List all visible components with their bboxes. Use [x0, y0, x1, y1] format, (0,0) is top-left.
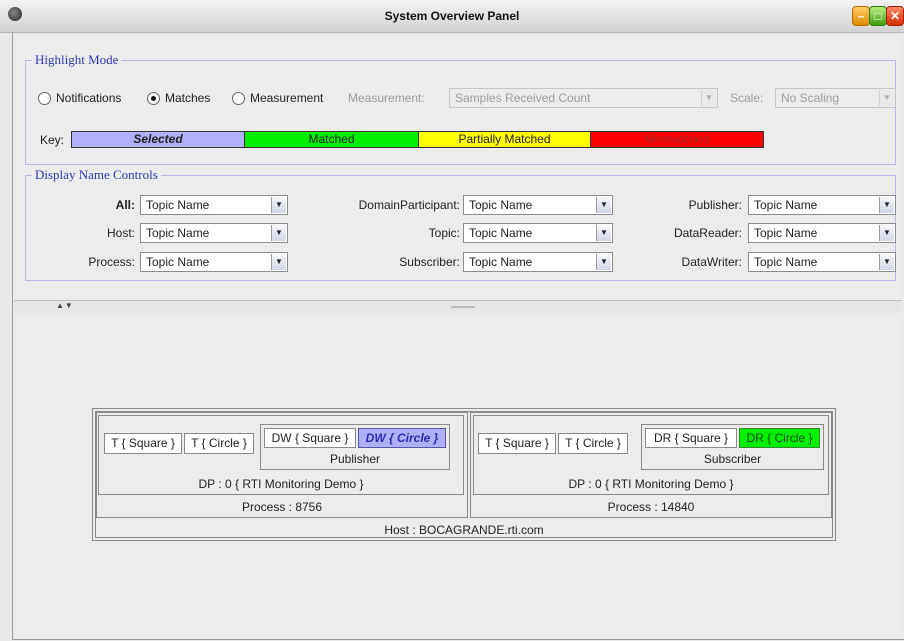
measurement-select[interactable]: Samples Received Count ▼ [449, 88, 718, 108]
window-title: System Overview Panel [384, 9, 520, 23]
mode-matches-label: Matches [165, 91, 211, 105]
host-select[interactable]: Topic Name ▼ [140, 223, 288, 243]
host-label: Host: [106, 226, 135, 240]
topic-circle-right[interactable]: T { Circle } [558, 433, 628, 454]
subscriber-caption: Subscriber [703, 452, 762, 466]
scale-label: Scale: [730, 91, 764, 105]
radio-matches[interactable] [147, 91, 160, 105]
publisher-value: Topic Name [754, 198, 818, 212]
chevron-down-icon: ▼ [879, 225, 894, 241]
datareader-label: DataReader: [673, 226, 742, 240]
all-value: Topic Name [146, 198, 210, 212]
datawriter-circle[interactable]: DW { Circle } [358, 428, 446, 448]
topic-value: Topic Name [469, 226, 533, 240]
chevron-down-icon: ▼ [596, 254, 611, 270]
publisher-label: Publisher: [688, 198, 742, 212]
title-bar: System Overview Panel – □ ✕ [0, 0, 904, 33]
all-label: All: [115, 198, 135, 212]
measurement-value: Samples Received Count [455, 91, 591, 105]
participant-value: Topic Name [469, 198, 533, 212]
key-selected-label: Selected [133, 132, 183, 146]
publisher-caption: Publisher [329, 452, 381, 466]
datawriter-square[interactable]: DW { Square } [264, 428, 356, 448]
process-label-right: Process : 14840 [607, 500, 695, 514]
chevron-down-icon: ▼ [596, 197, 611, 213]
scale-value: No Scaling [781, 91, 840, 105]
participant-select[interactable]: Topic Name ▼ [463, 195, 613, 215]
mode-notifications[interactable]: Notifications [38, 91, 121, 105]
scale-select[interactable]: No Scaling ▼ [775, 88, 896, 108]
chevron-down-icon: ▼ [271, 225, 286, 241]
participant-label-left: DP : 0 { RTI Monitoring Demo } [198, 477, 364, 491]
participant-label-right: DP : 0 { RTI Monitoring Demo } [568, 477, 734, 491]
datawriter-label: DataWriter: [681, 255, 742, 269]
mode-notifications-label: Notifications [56, 91, 122, 105]
topic-select[interactable]: Topic Name ▼ [463, 223, 613, 243]
process-label: Process: [88, 255, 135, 269]
key-partially-matched: Partially Matched [418, 131, 591, 148]
display-name-legend: Display Name Controls [35, 167, 158, 182]
key-label: Key: [40, 133, 65, 147]
host-value: Topic Name [146, 226, 210, 240]
chevron-down-icon: ▼ [879, 197, 894, 213]
split-pane-divider[interactable]: ▲▼ [14, 300, 902, 314]
key-selected: Selected [71, 131, 245, 148]
key-partially-matched-label: Partially Matched [458, 132, 551, 146]
datawriter-select[interactable]: Topic Name ▼ [748, 252, 896, 272]
process-label-left: Process : 8756 [241, 500, 323, 514]
datareader-square[interactable]: DR { Square } [645, 428, 737, 448]
host-label: Host : BOCAGRANDE.rti.com [384, 523, 544, 537]
radio-measurement[interactable] [232, 91, 245, 105]
chevron-down-icon: ▼ [271, 254, 286, 270]
key-matched: Matched [244, 131, 419, 148]
maximize-button[interactable]: □ [869, 6, 887, 26]
topic-label: Topic: [428, 226, 460, 240]
process-value: Topic Name [146, 255, 210, 269]
highlight-mode-group: Highlight Mode [25, 52, 896, 165]
expand-collapse-arrows-icon[interactable]: ▲▼ [56, 301, 74, 310]
all-select[interactable]: Topic Name ▼ [140, 195, 288, 215]
datawriter-value: Topic Name [754, 255, 818, 269]
mode-matches[interactable]: Matches [147, 91, 210, 105]
datareader-circle[interactable]: DR { Circle } [739, 428, 820, 448]
publisher-select[interactable]: Topic Name ▼ [748, 195, 896, 215]
highlight-mode-legend: Highlight Mode [35, 52, 119, 67]
chevron-down-icon: ▼ [879, 90, 894, 106]
radio-notifications[interactable] [38, 91, 51, 105]
chevron-down-icon: ▼ [596, 225, 611, 241]
chevron-down-icon: ▼ [879, 254, 894, 270]
topic-square-left[interactable]: T { Square } [104, 433, 182, 454]
key-mismatched-label: Mismatched [644, 132, 710, 146]
divider-grip-icon[interactable] [451, 306, 475, 308]
chevron-down-icon: ▼ [701, 90, 716, 106]
measurement-label: Measurement: [348, 91, 425, 105]
mode-measurement[interactable]: Measurement [232, 91, 323, 105]
subscriber-value: Topic Name [469, 255, 533, 269]
key-mismatched: Mismatched [590, 131, 764, 148]
process-select[interactable]: Topic Name ▼ [140, 252, 288, 272]
subscriber-select[interactable]: Topic Name ▼ [463, 252, 613, 272]
topic-circle-left[interactable]: T { Circle } [184, 433, 254, 454]
minimize-button[interactable]: – [852, 6, 870, 26]
subscriber-label: Subscriber: [399, 255, 460, 269]
datareader-value: Topic Name [754, 226, 818, 240]
key-matched-label: Matched [308, 132, 355, 146]
close-button[interactable]: ✕ [886, 6, 904, 26]
participant-label: DomainParticipant: [358, 198, 460, 212]
mode-measurement-label: Measurement [250, 91, 324, 105]
datareader-select[interactable]: Topic Name ▼ [748, 223, 896, 243]
topic-square-right[interactable]: T { Square } [478, 433, 556, 454]
chevron-down-icon: ▼ [271, 197, 286, 213]
